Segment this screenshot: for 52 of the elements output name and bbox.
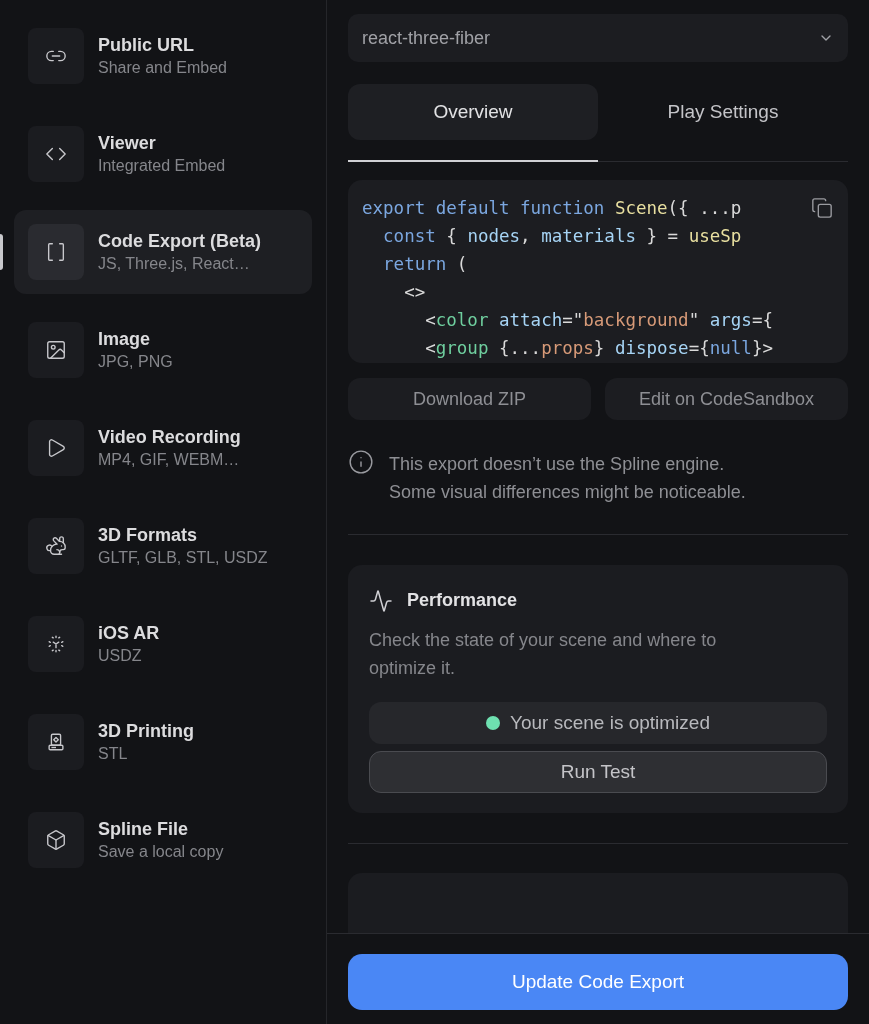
sidebar-item[interactable]: iOS AR USDZ bbox=[14, 602, 312, 686]
item-title: Image bbox=[98, 328, 152, 351]
performance-title: Performance bbox=[407, 589, 518, 612]
printer-icon bbox=[45, 731, 67, 753]
info-icon bbox=[348, 449, 374, 475]
item-subtitle: Save a local copy bbox=[98, 842, 224, 862]
item-subtitle: Share and Embed bbox=[98, 58, 227, 78]
active-indicator bbox=[0, 234, 3, 270]
rabbit-icon bbox=[45, 535, 67, 557]
run-test-button[interactable]: Run Test bbox=[369, 751, 827, 793]
sidebar-item[interactable]: 3D Formats GLTF, GLB, STL, USDZ bbox=[14, 504, 312, 588]
item-title: 3D Formats bbox=[98, 524, 199, 547]
item-title: Code Export (Beta) bbox=[98, 230, 261, 253]
item-subtitle: STL bbox=[98, 744, 129, 764]
action-button[interactable]: Download ZIP bbox=[348, 378, 591, 420]
code-line: const { nodes, materials } = useSp bbox=[382, 225, 742, 249]
notice-text: This export doesn’t use the Spline engine. bbox=[389, 453, 726, 476]
performance-description: Check the state of your scene and where to optimize it. bbox=[369, 629, 718, 680]
tab[interactable]: Overview bbox=[348, 84, 598, 141]
action-button[interactable]: Edit on CodeSandbox bbox=[605, 378, 848, 420]
sidebar-item[interactable]: Viewer Integrated Embed bbox=[14, 112, 312, 196]
sidebar-item[interactable]: Image JPG, PNG bbox=[14, 308, 312, 392]
cube-icon bbox=[45, 829, 67, 851]
tab[interactable]: Play Settings bbox=[598, 84, 848, 141]
copy-icon bbox=[811, 197, 833, 220]
item-title: Viewer bbox=[98, 132, 157, 155]
item-title: Public URL bbox=[98, 34, 195, 57]
brackets-icon bbox=[45, 241, 67, 263]
item-title: 3D Printing bbox=[98, 720, 194, 743]
item-subtitle: USDZ bbox=[98, 646, 143, 666]
item-title: Video Recording bbox=[98, 426, 241, 449]
activity-icon bbox=[369, 588, 393, 613]
notice-text: Some visual differences might be noticeable. bbox=[389, 481, 746, 504]
sidebar-item[interactable]: Public URL Share and Embed bbox=[14, 14, 312, 98]
item-subtitle: Integrated Embed bbox=[98, 156, 226, 176]
sidebar-item[interactable]: Spline File Save a local copy bbox=[14, 798, 312, 882]
sidebar-item[interactable]: Video Recording MP4, GIF, WEBM… bbox=[14, 406, 312, 490]
item-subtitle: GLTF, GLB, STL, USDZ bbox=[98, 548, 268, 568]
framework-select[interactable]: react-three-fiber bbox=[348, 14, 848, 63]
item-title: iOS AR bbox=[98, 622, 160, 645]
status-text: Your scene is optimized bbox=[510, 710, 710, 735]
item-title: Spline File bbox=[98, 818, 190, 841]
item-subtitle: JPG, PNG bbox=[98, 352, 173, 372]
code-line: <group {...props} dispose={null}> bbox=[424, 337, 773, 361]
item-subtitle: MP4, GIF, WEBM… bbox=[98, 450, 241, 470]
code-line: export default function Scene({ ...p bbox=[362, 197, 742, 221]
image-icon bbox=[45, 339, 67, 361]
item-subtitle: JS, Three.js, React… bbox=[98, 254, 251, 274]
code-line: <> bbox=[403, 281, 426, 305]
code-line: <color attach="background" args={ bbox=[424, 309, 773, 333]
code-line: return ( bbox=[382, 253, 468, 277]
sidebar-item[interactable]: 3D Printing STL bbox=[14, 700, 312, 784]
